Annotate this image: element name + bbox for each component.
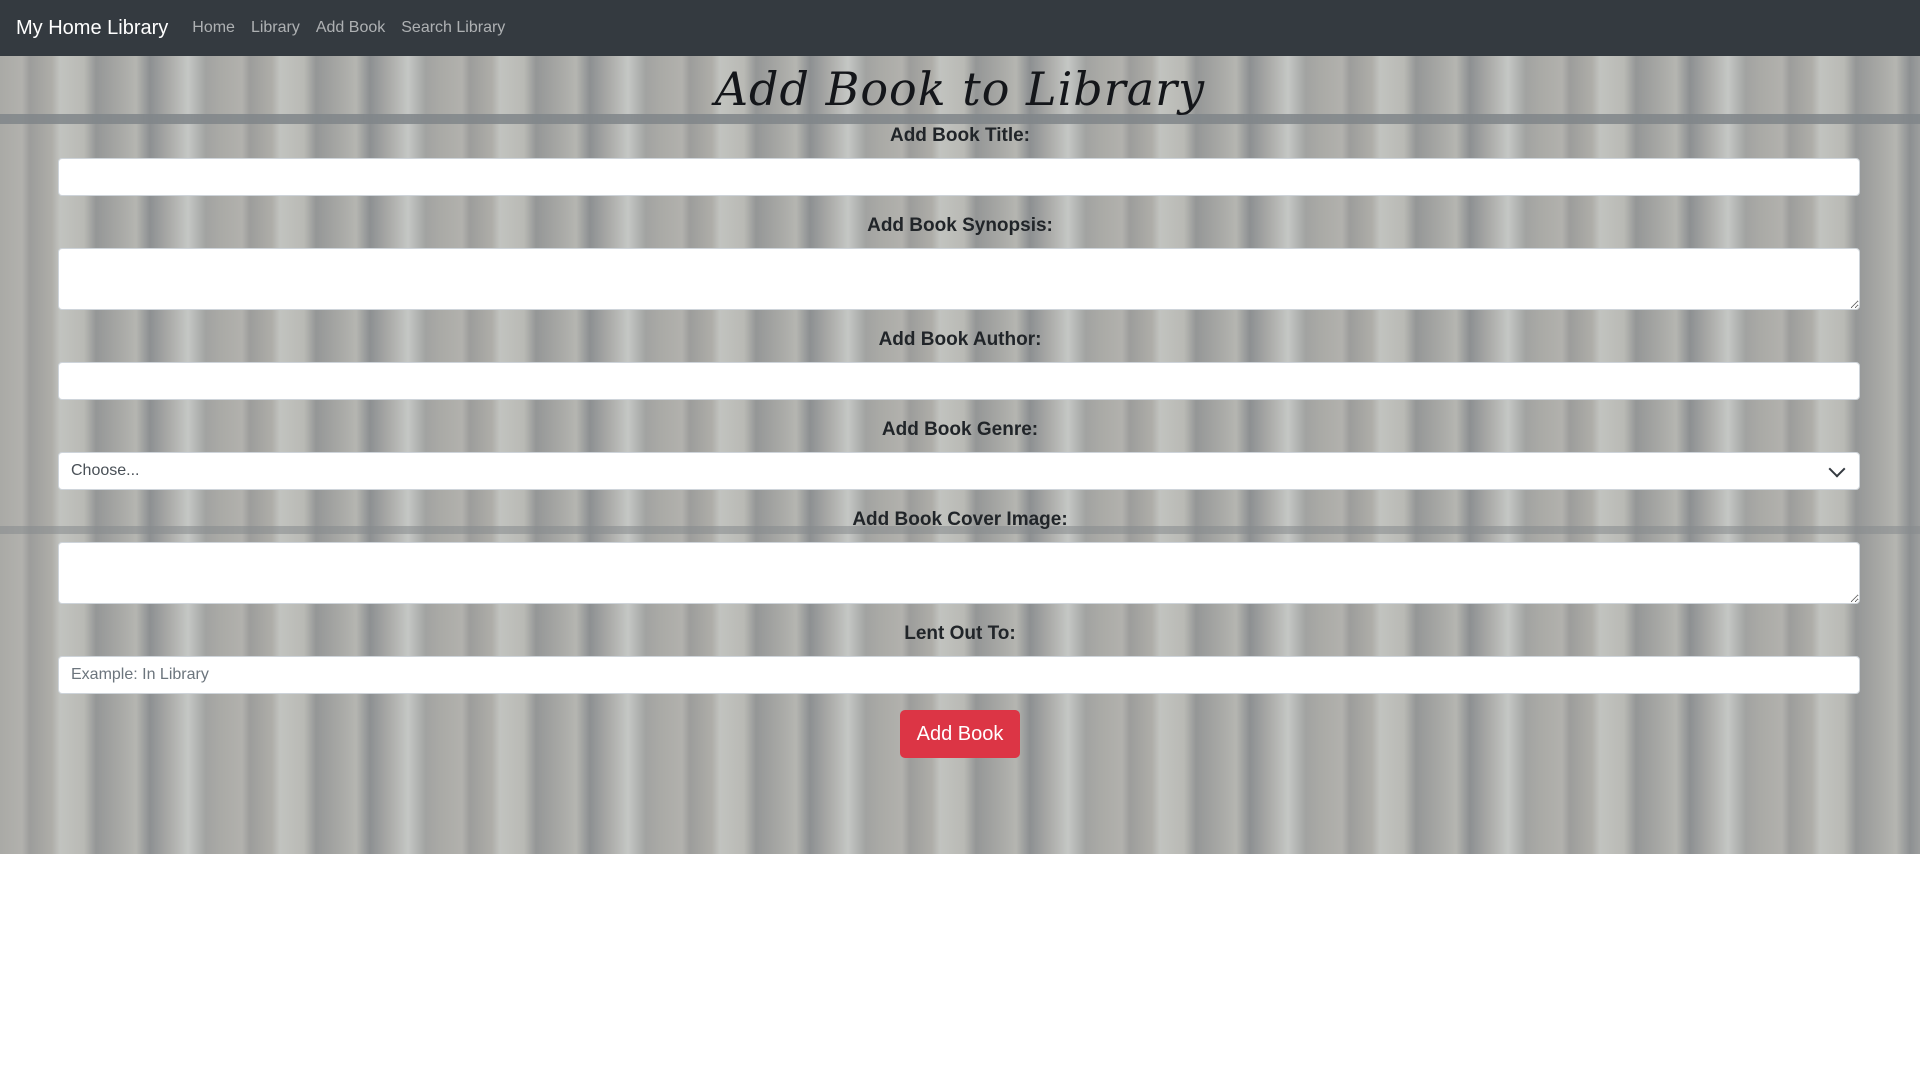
book-cover-textarea[interactable] — [58, 542, 1860, 604]
navbar: My Home Library Home Library Add Book Se… — [0, 0, 1920, 56]
book-synopsis-textarea[interactable] — [58, 248, 1860, 310]
book-synopsis-label: Add Book Synopsis: — [867, 215, 1053, 236]
page-title: Add Book to Library — [714, 62, 1206, 116]
lent-out-label: Lent Out To: — [904, 623, 1016, 644]
nav-link-search-library[interactable]: Search Library — [401, 19, 505, 37]
book-author-label: Add Book Author: — [878, 329, 1042, 350]
book-genre-selected: Choose... — [71, 462, 140, 479]
nav-link-home[interactable]: Home — [192, 19, 235, 37]
navbar-brand[interactable]: My Home Library — [16, 17, 168, 40]
book-title-label: Add Book Title: — [889, 125, 1031, 146]
book-author-input[interactable] — [58, 362, 1860, 400]
nav-link-add-book[interactable]: Add Book — [316, 19, 385, 37]
chevron-down-icon — [1828, 460, 1846, 478]
book-genre-select[interactable]: Choose... — [58, 452, 1860, 490]
book-title-input[interactable] — [58, 158, 1860, 196]
nav-link-library[interactable]: Library — [251, 19, 300, 37]
lent-out-input[interactable] — [58, 656, 1860, 694]
book-cover-label: Add Book Cover Image: — [852, 509, 1068, 530]
add-book-button[interactable]: Add Book — [900, 710, 1020, 758]
book-genre-label: Add Book Genre: — [881, 419, 1039, 440]
